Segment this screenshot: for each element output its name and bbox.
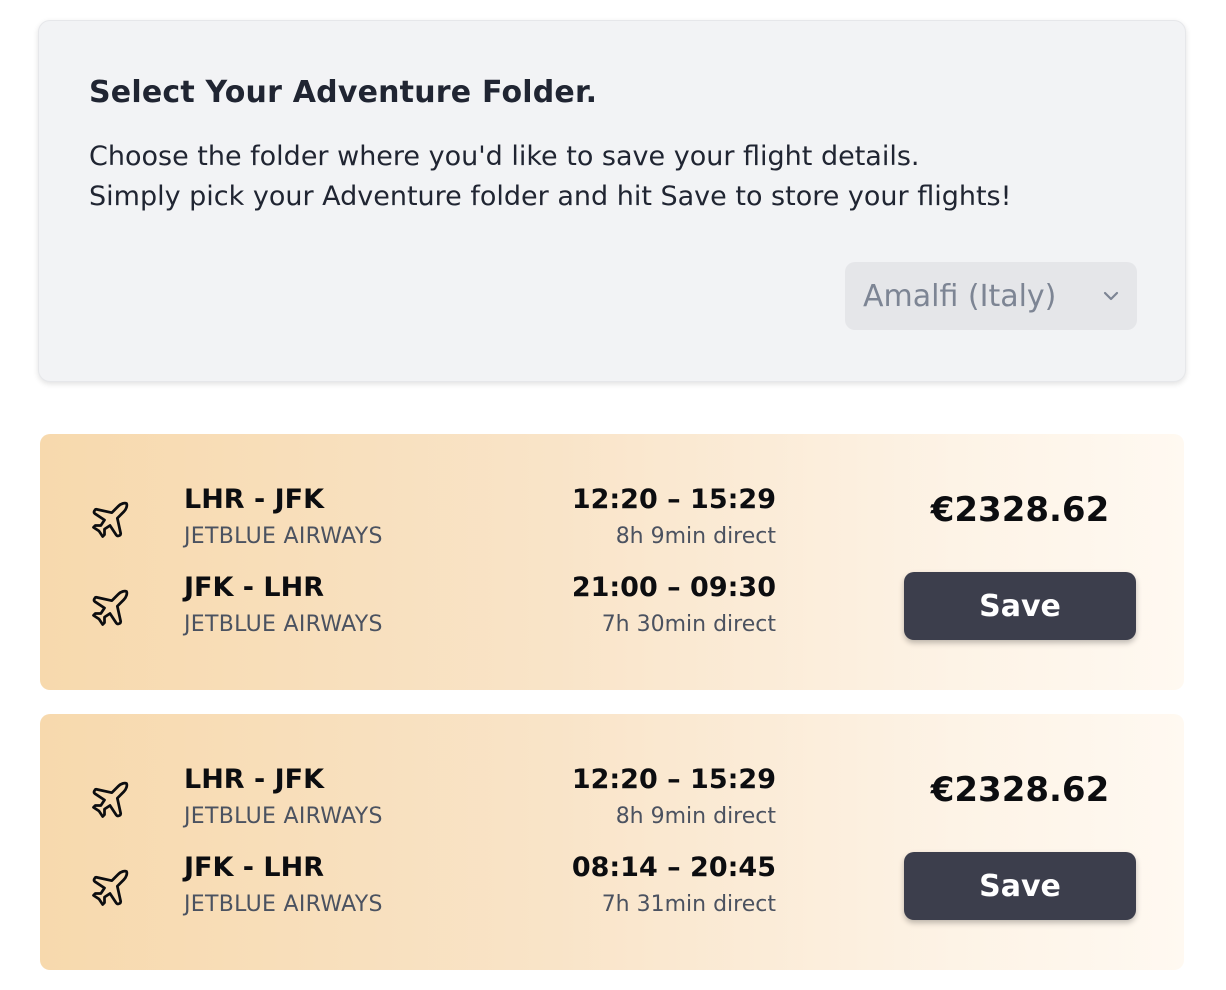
flight-leg: JFK - LHR JETBLUE AIRWAYS 08:14 – 20:45 … xyxy=(40,852,800,920)
flight-times: 21:00 – 09:30 xyxy=(571,572,776,603)
flight-duration: 8h 9min direct xyxy=(615,804,776,829)
flight-card: LHR - JFK JETBLUE AIRWAYS 12:20 – 15:29 … xyxy=(40,714,1184,970)
folder-description: Choose the folder where you'd like to sa… xyxy=(89,137,1011,217)
save-button[interactable]: Save xyxy=(904,572,1136,640)
flight-duration: 8h 9min direct xyxy=(615,524,776,549)
flight-route: JFK - LHR xyxy=(184,572,325,603)
chevron-down-icon xyxy=(1103,291,1119,301)
flight-leg: JFK - LHR JETBLUE AIRWAYS 21:00 – 09:30 … xyxy=(40,572,800,640)
flight-times: 12:20 – 15:29 xyxy=(571,764,776,795)
flight-route: LHR - JFK xyxy=(184,764,325,795)
airplane-icon xyxy=(92,781,129,818)
flight-route: LHR - JFK xyxy=(184,484,325,515)
folder-title: Select Your Adventure Folder. xyxy=(89,75,598,110)
folder-select[interactable]: Amalfi (Italy) xyxy=(845,262,1137,330)
airline-name: JETBLUE AIRWAYS xyxy=(184,612,383,637)
flight-duration: 7h 30min direct xyxy=(601,612,776,637)
folder-description-line: Choose the folder where you'd like to sa… xyxy=(89,141,920,172)
flight-times: 08:14 – 20:45 xyxy=(571,852,776,883)
flight-duration: 7h 31min direct xyxy=(601,892,776,917)
airline-name: JETBLUE AIRWAYS xyxy=(184,804,383,829)
airplane-icon xyxy=(92,501,129,538)
folder-panel: Select Your Adventure Folder. Choose the… xyxy=(38,20,1186,382)
folder-description-line: Simply pick your Adventure folder and hi… xyxy=(89,181,1012,212)
folder-select-value: Amalfi (Italy) xyxy=(863,278,1057,314)
flight-times: 12:20 – 15:29 xyxy=(571,484,776,515)
flight-price: €2328.62 xyxy=(930,770,1110,810)
flight-leg: LHR - JFK JETBLUE AIRWAYS 12:20 – 15:29 … xyxy=(40,484,800,552)
flight-price: €2328.62 xyxy=(930,490,1110,530)
flight-card: LHR - JFK JETBLUE AIRWAYS 12:20 – 15:29 … xyxy=(40,434,1184,690)
flight-leg: LHR - JFK JETBLUE AIRWAYS 12:20 – 15:29 … xyxy=(40,764,800,832)
airplane-icon xyxy=(92,589,129,626)
airline-name: JETBLUE AIRWAYS xyxy=(184,892,383,917)
flight-route: JFK - LHR xyxy=(184,852,325,883)
save-button[interactable]: Save xyxy=(904,852,1136,920)
airplane-icon xyxy=(92,869,129,906)
airline-name: JETBLUE AIRWAYS xyxy=(184,524,383,549)
